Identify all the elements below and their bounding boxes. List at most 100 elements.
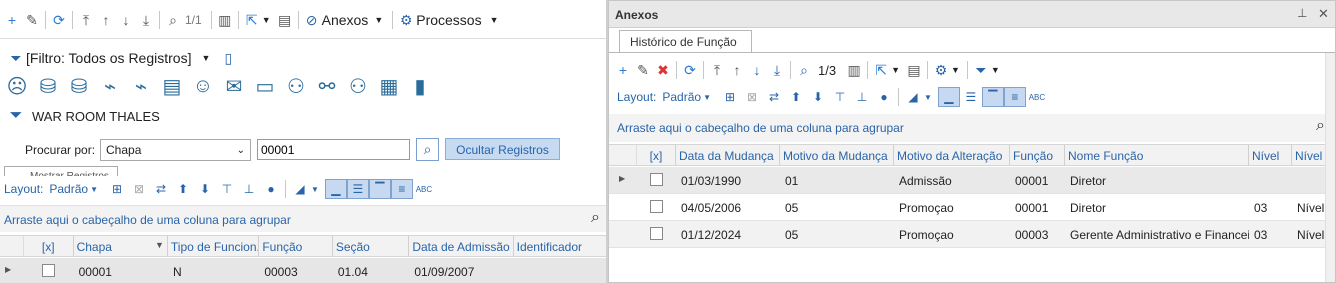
- satellite-icon[interactable]: ⌁: [97, 73, 123, 99]
- mail-open-icon[interactable]: ✉: [221, 73, 247, 99]
- column-header-select[interactable]: [x]: [24, 236, 74, 256]
- layout-preset[interactable]: Padrão: [49, 182, 88, 196]
- add-icon[interactable]: +: [2, 10, 22, 30]
- processos-label[interactable]: Processos: [416, 12, 481, 28]
- sort-icon[interactable]: ⇄: [763, 87, 785, 107]
- split-view-icon[interactable]: ☰: [960, 87, 982, 107]
- split-view-icon[interactable]: ☰: [346, 179, 369, 199]
- column-header-nome-funcao[interactable]: Nome Função: [1065, 145, 1249, 165]
- user-transfer-icon[interactable]: ⚇: [283, 73, 309, 99]
- last-record-icon[interactable]: ⤓: [136, 10, 156, 30]
- spellcheck-icon[interactable]: ABC: [1026, 87, 1048, 107]
- color-icon[interactable]: ●: [260, 179, 282, 199]
- collapse-icon[interactable]: ⊠: [128, 179, 150, 199]
- column-header-data-mudanca[interactable]: Data da Mudança: [676, 145, 780, 165]
- column-header-chapa[interactable]: Chapa ▼: [74, 236, 168, 256]
- header-view-icon[interactable]: ▔: [368, 179, 391, 199]
- chevron-down-icon[interactable]: ▼: [490, 15, 499, 25]
- user-delete-icon[interactable]: ☺: [190, 73, 216, 99]
- chart-icon[interactable]: ◢: [289, 179, 311, 199]
- chevron-down-icon[interactable]: ▼: [201, 53, 210, 63]
- layout-preset[interactable]: Padrão: [662, 90, 701, 104]
- prev-record-icon[interactable]: ↑: [727, 60, 747, 80]
- chevron-down-icon[interactable]: ▼: [703, 93, 711, 102]
- row-checkbox-cell[interactable]: [637, 167, 676, 193]
- row-view-icon[interactable]: ≡: [390, 179, 413, 199]
- filter-label[interactable]: [Filtro: Todos os Registros]: [26, 50, 191, 66]
- prev-record-icon[interactable]: ↑: [96, 10, 116, 30]
- table-row[interactable]: 01/12/2024 05 Promoçao 00003 Gerente Adm…: [609, 221, 1335, 248]
- move-down-icon[interactable]: ⬇: [807, 87, 829, 107]
- row-checkbox-cell[interactable]: [637, 221, 676, 247]
- header-view-icon[interactable]: ▔: [981, 87, 1004, 107]
- pin-down-icon[interactable]: ⊥: [851, 87, 873, 107]
- first-record-icon[interactable]: ⤒: [76, 10, 96, 30]
- table-row[interactable]: ▶ 01/03/1990 01 Admissão 00001 Diretor: [609, 167, 1335, 194]
- pin-down-icon[interactable]: ⊥: [238, 179, 260, 199]
- funnel-icon[interactable]: ⏷: [6, 48, 26, 68]
- grid-view-icon[interactable]: ▥: [215, 10, 235, 30]
- column-header-secao[interactable]: Seção: [333, 236, 410, 256]
- column-header-funcao[interactable]: Função: [259, 236, 333, 256]
- column-header-motivo-alteracao[interactable]: Motivo da Alteração: [894, 145, 1010, 165]
- column-header-select[interactable]: [x]: [637, 145, 676, 165]
- book-icon[interactable]: ▯: [218, 48, 238, 68]
- move-down-icon[interactable]: ⬇: [194, 179, 216, 199]
- export-icon[interactable]: ⇱: [871, 60, 891, 80]
- last-record-icon[interactable]: ⤓: [767, 60, 787, 80]
- vertical-scrollbar[interactable]: [1325, 53, 1335, 282]
- chart-icon[interactable]: ◢: [902, 87, 924, 107]
- paperclip-icon[interactable]: ⊘: [302, 10, 322, 30]
- sort-icon[interactable]: ⇄: [150, 179, 172, 199]
- column-header-motivo-mudanca[interactable]: Motivo da Mudança: [780, 145, 894, 165]
- chevron-down-icon[interactable]: ▼: [991, 65, 1000, 75]
- document-person-icon[interactable]: ▤: [159, 73, 185, 99]
- edit-icon[interactable]: ✎: [22, 10, 42, 30]
- row-checkbox-cell[interactable]: [637, 194, 676, 220]
- add-icon[interactable]: +: [613, 60, 633, 80]
- search-field-select[interactable]: Chapa ⌄: [100, 139, 251, 161]
- grid-view-icon[interactable]: ▥: [844, 60, 864, 80]
- tab-historico[interactable]: Histórico de Função: [619, 30, 752, 53]
- chevron-down-icon[interactable]: ▼: [891, 65, 900, 75]
- funnel-icon[interactable]: ⏷: [971, 60, 991, 80]
- search-icon[interactable]: ⌕: [163, 10, 183, 30]
- org-chart-icon[interactable]: ⚯: [314, 73, 340, 99]
- export-icon[interactable]: ⇱: [242, 10, 262, 30]
- column-header-tipo[interactable]: Tipo de Funcion...: [168, 236, 260, 256]
- report-icon[interactable]: ▤: [904, 60, 924, 80]
- search-button[interactable]: ⌕: [416, 138, 439, 161]
- close-icon[interactable]: ✕: [1318, 6, 1329, 22]
- move-up-icon[interactable]: ⬆: [785, 87, 807, 107]
- satellite-off-icon[interactable]: ⌁: [128, 73, 154, 99]
- sort-desc-icon[interactable]: ▼: [155, 240, 164, 252]
- column-header-nivel[interactable]: Nível: [1249, 145, 1292, 165]
- pin-icon[interactable]: ⊤: [216, 179, 238, 199]
- chevron-down-icon[interactable]: ▼: [924, 93, 932, 102]
- pin-icon[interactable]: ⊤: [829, 87, 851, 107]
- column-header-identificador[interactable]: Identificador: [514, 236, 606, 256]
- search-icon[interactable]: ⌕: [794, 60, 814, 80]
- gear-icon[interactable]: ⚙: [396, 10, 416, 30]
- next-record-icon[interactable]: ↓: [116, 10, 136, 30]
- chevron-down-icon[interactable]: ▼: [262, 15, 271, 25]
- row-checkbox[interactable]: [650, 200, 663, 213]
- show-records-button[interactable]: Mostrar Registros: [4, 166, 118, 176]
- user-remove-icon[interactable]: ☹: [4, 73, 30, 99]
- id-card-icon[interactable]: ▭: [252, 73, 278, 99]
- report-icon[interactable]: ▤: [275, 10, 295, 30]
- row-view-icon[interactable]: ≡: [1003, 87, 1026, 107]
- chevron-down-icon[interactable]: ▼: [951, 65, 960, 75]
- next-record-icon[interactable]: ↓: [747, 60, 767, 80]
- table-row[interactable]: ▶ 00001 N 00003 01.04 01/09/2007: [0, 258, 606, 283]
- move-up-icon[interactable]: ⬆: [172, 179, 194, 199]
- expand-icon[interactable]: ⊞: [719, 87, 741, 107]
- row-checkbox[interactable]: [42, 264, 56, 277]
- hide-records-button[interactable]: Ocultar Registros: [445, 138, 560, 160]
- anexos-label[interactable]: Anexos: [322, 12, 369, 28]
- calculator-icon[interactable]: ▦: [376, 73, 402, 99]
- delete-icon[interactable]: ✖: [653, 60, 673, 80]
- group-drop-area[interactable]: Arraste aqui o cabeçalho de uma coluna p…: [0, 205, 606, 232]
- pin-icon[interactable]: ⊥: [1297, 6, 1307, 20]
- column-header-admissao[interactable]: Data de Admissão: [409, 236, 514, 256]
